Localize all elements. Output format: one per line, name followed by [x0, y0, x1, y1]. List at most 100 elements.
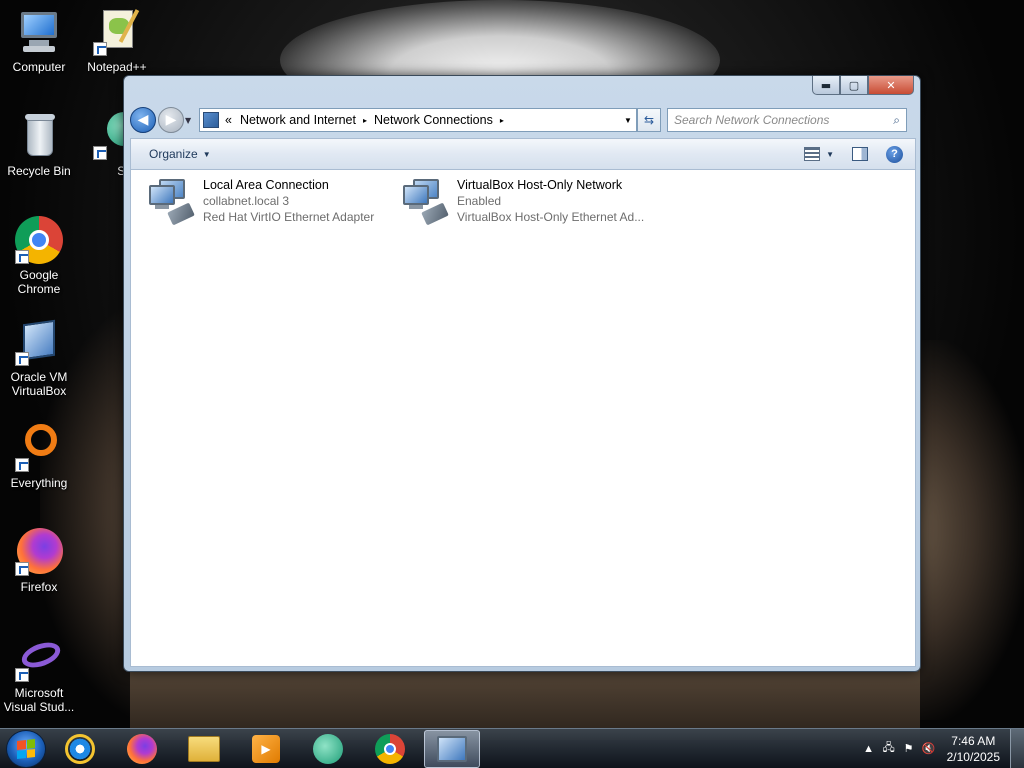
chevron-down-icon[interactable]: ▼ [826, 150, 834, 159]
media-player-icon: ▶ [252, 734, 280, 763]
supernova-icon [313, 733, 343, 764]
connection-adapter: Red Hat VirtIO Ethernet Adapter [203, 210, 375, 224]
search-icon[interactable]: ⌕ [893, 113, 900, 128]
network-icon[interactable]: 🖧 [879, 739, 899, 758]
organize-menu-button[interactable]: Organize ▼ [143, 144, 217, 164]
connection-item-virtualbox[interactable]: VirtualBox Host-Only Network Enabled Vir… [401, 177, 645, 226]
clock-date: 2/10/2025 [946, 749, 1000, 764]
system-tray: ▲ 🖧 ⚑ 🔇 7:46 AM 2/10/2025 [859, 728, 1024, 768]
organize-label: Organize [149, 147, 198, 161]
connection-item-local-area[interactable]: Local Area Connection collabnet.local 3 … [147, 177, 375, 226]
start-button[interactable] [6, 729, 46, 768]
visual-studio-icon [15, 634, 64, 682]
connection-name: Local Area Connection [203, 178, 329, 192]
desktop-icon-google-chrome[interactable]: Google Chrome [0, 216, 78, 296]
connection-status: collabnet.local 3 [203, 194, 290, 208]
search-input[interactable] [674, 113, 894, 127]
clock-time: 7:46 AM [951, 733, 996, 748]
desktop-icon-everything[interactable]: Everything [0, 424, 78, 490]
taskbar-chrome[interactable] [362, 730, 418, 768]
refresh-button[interactable]: ⇆ [637, 108, 661, 132]
taskbar-firefox[interactable] [114, 730, 170, 768]
window-controls: ▬ ▢ ✕ [812, 76, 914, 95]
maximize-button[interactable]: ▢ [840, 76, 868, 95]
connection-name: VirtualBox Host-Only Network [457, 178, 623, 192]
desktop-icon-label: Visual Stud... [3, 700, 75, 714]
preview-pane-button[interactable] [852, 147, 868, 161]
back-arrow-icon: ◀ [137, 112, 149, 128]
desktop-icon-visual-studio[interactable]: Microsoft Visual Stud... [0, 634, 78, 714]
firefox-icon [15, 528, 63, 576]
taskbar-media-player[interactable]: ▶ [238, 730, 294, 768]
navigation-bar: ◀ ▶ ▼ « Network and Internet ▸ Network C… [130, 106, 916, 134]
recent-pages-dropdown[interactable]: ▼ [185, 116, 195, 125]
back-button[interactable]: ◀ [130, 107, 156, 133]
command-bar: Organize ▼ ▼ ? [130, 138, 916, 169]
shortcut-arrow-icon [93, 42, 107, 56]
folder-icon [188, 735, 220, 762]
connection-status: Enabled [457, 194, 502, 208]
windows-logo-icon [17, 738, 35, 759]
taskbar-internet-explorer[interactable] [52, 730, 108, 768]
clock[interactable]: 7:46 AM 2/10/2025 [947, 733, 1000, 765]
address-dropdown-icon[interactable]: ▼ [620, 116, 636, 125]
maximize-icon: ▢ [848, 78, 860, 92]
chevron-down-icon: ▼ [202, 149, 211, 159]
desktop-icon-label: Recycle Bin [7, 164, 71, 178]
taskbar: ▶ ▲ 🖧 ⚑ 🔇 7:46 AM 2/10/2025 [0, 728, 1024, 768]
minimize-button[interactable]: ▬ [812, 76, 840, 95]
breadcrumb-separator-icon[interactable]: ▸ [500, 116, 504, 125]
shortcut-arrow-icon [15, 668, 29, 682]
recycle-bin-icon [15, 112, 63, 160]
close-button[interactable]: ✕ [868, 76, 914, 95]
desktop-icon-firefox[interactable]: Firefox [0, 528, 78, 594]
show-hidden-icons-button[interactable]: ▲ [859, 743, 879, 755]
chrome-icon [15, 216, 63, 264]
desktop-icon-virtualbox[interactable]: Oracle VM VirtualBox [0, 318, 78, 398]
show-desktop-button[interactable] [1010, 728, 1024, 768]
chevron-down-icon: ▼ [185, 115, 192, 125]
network-adapter-icon [147, 177, 197, 226]
desktop-icon-label: Oracle VM [10, 370, 68, 384]
desktop-icon-notepadpp[interactable]: Notepad++ [78, 8, 156, 74]
control-panel-icon [203, 112, 219, 128]
address-bar[interactable]: « Network and Internet ▸ Network Connect… [199, 108, 637, 132]
desktop-icon-label: Google [19, 268, 59, 282]
search-box[interactable]: ⌕ [667, 108, 907, 132]
breadcrumb-separator-icon[interactable]: ▸ [363, 116, 367, 125]
virtualbox-icon [15, 318, 63, 366]
taskbar-file-explorer[interactable] [176, 730, 232, 768]
desktop-icon-label: VirtualBox [11, 384, 67, 398]
desktop-icon-recycle-bin[interactable]: Recycle Bin [0, 112, 78, 178]
desktop-icon-label: Computer [12, 60, 66, 74]
computer-icon [15, 8, 63, 56]
action-center-flag-icon[interactable]: ⚑ [899, 742, 919, 755]
taskbar-supernova[interactable] [300, 730, 356, 768]
close-icon: ✕ [886, 78, 896, 92]
shortcut-arrow-icon [15, 458, 29, 472]
desktop-icon-label: Microsoft [14, 686, 64, 700]
network-adapter-icon [401, 177, 451, 226]
volume-muted-icon[interactable]: 🔇 [919, 742, 939, 755]
notepadpp-icon [93, 8, 141, 56]
breadcrumb-overflow[interactable]: « [225, 113, 232, 127]
network-connections-window[interactable]: ▬ ▢ ✕ ◀ ▶ ▼ « Network and Internet ▸ Net… [123, 75, 921, 672]
desktop-icon-computer[interactable]: Computer [0, 8, 78, 74]
shortcut-arrow-icon [15, 250, 29, 264]
view-details-icon [804, 147, 821, 161]
help-button[interactable]: ? [886, 145, 903, 163]
shortcut-arrow-icon [93, 146, 107, 160]
shortcut-arrow-icon [15, 562, 29, 576]
connections-list: Local Area Connection collabnet.local 3 … [130, 169, 916, 667]
desktop-icon-label: Notepad++ [87, 60, 147, 74]
connection-adapter: VirtualBox Host-Only Ethernet Ad... [457, 210, 645, 224]
taskbar-network-connections[interactable] [424, 729, 480, 768]
breadcrumb-network-and-internet[interactable]: Network and Internet [240, 113, 356, 127]
breadcrumb-network-connections[interactable]: Network Connections [374, 113, 493, 127]
minimize-icon: ▬ [820, 78, 832, 92]
shortcut-arrow-icon [15, 352, 29, 366]
forward-button[interactable]: ▶ [158, 107, 184, 133]
help-icon: ? [891, 148, 898, 160]
change-view-button[interactable]: ▼ [804, 147, 834, 161]
firefox-icon [127, 733, 157, 764]
